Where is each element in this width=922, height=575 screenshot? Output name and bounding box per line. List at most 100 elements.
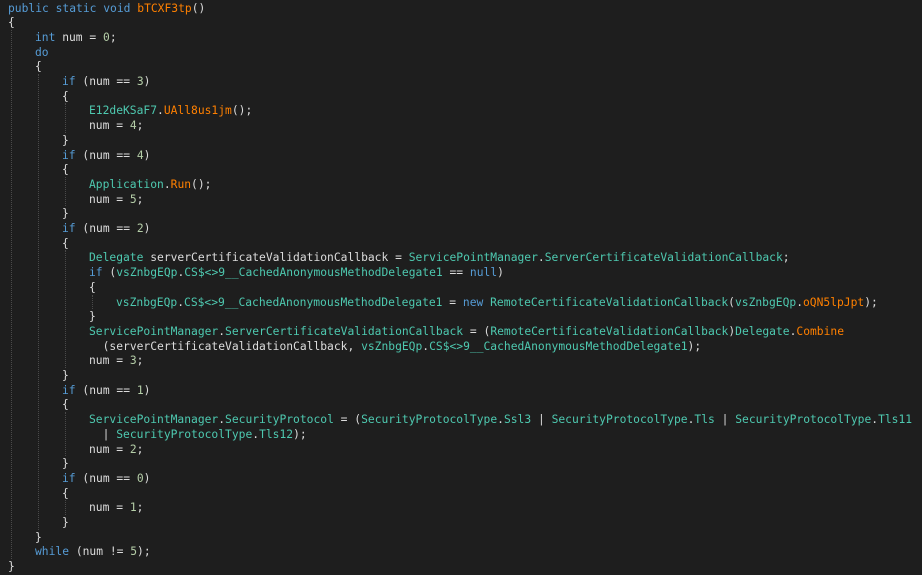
code-token: () [191, 1, 206, 15]
code-token: (num == [75, 471, 137, 485]
code-token: if [89, 266, 103, 280]
code-line: { [62, 236, 69, 251]
indent-guide [65, 103, 66, 133]
code-token: == [442, 266, 470, 280]
code-token: 3 [129, 354, 137, 368]
code-line: { [62, 162, 69, 177]
code-token: int [35, 30, 56, 44]
code-token: } [35, 530, 42, 544]
code-line: ServicePointManager.ServerCertificateVal… [89, 324, 844, 339]
code-token: oQN5lpJpt [803, 295, 865, 309]
code-token: ) [143, 148, 151, 162]
code-token: ) [497, 266, 504, 280]
code-token: . [177, 295, 185, 309]
code-token: (num == [75, 148, 137, 162]
code-token: (); [191, 177, 212, 191]
code-token: ) [143, 222, 151, 235]
code-token: ; [136, 119, 144, 133]
code-line: num = 5; [89, 192, 143, 207]
code-token: Delegate [735, 324, 790, 338]
code-token: if [62, 383, 76, 397]
code-token: serverCertificateValidationCallback = [143, 251, 409, 265]
code-token: public [8, 1, 49, 15]
code-token: num = [89, 192, 130, 206]
code-token: = [442, 295, 463, 309]
code-token: { [8, 16, 15, 30]
code-token: CS$<>9__CachedAnonymousMethodDelegate1 [184, 295, 443, 309]
code-token: if [62, 471, 76, 485]
code-token: Tls11 [878, 413, 913, 427]
code-token: num = [89, 501, 130, 515]
code-token: ServerCertificateValidationCallback [225, 324, 464, 338]
code-token: if [62, 75, 76, 88]
code-token: { [62, 89, 69, 103]
code-token: } [62, 516, 69, 529]
indent-guide [65, 250, 66, 368]
code-token: | [531, 413, 552, 427]
code-token: | [714, 413, 736, 427]
code-token: ; [109, 30, 117, 44]
code-token: } [62, 369, 69, 382]
code-editor[interactable]: public static void bTCXF3tp(){int num = … [0, 0, 922, 575]
code-token: { [62, 236, 69, 250]
code-token: } [62, 207, 69, 221]
code-token: ); [864, 295, 878, 309]
code-token: CS$<>9__CachedAnonymousMethodDelegate1 [184, 266, 443, 280]
code-line: do [35, 45, 49, 60]
indent-guide [92, 294, 93, 310]
code-token: 2 [129, 442, 137, 456]
code-token: bTCXF3tp [137, 1, 192, 15]
code-token: 3 [136, 75, 144, 88]
code-line: } [62, 456, 69, 471]
code-token: (num != [69, 545, 131, 559]
code-token: { [62, 163, 69, 177]
code-token: ServicePointManager [89, 413, 219, 427]
code-token: (); [231, 104, 253, 118]
code-token: 4 [129, 119, 137, 133]
code-token: ); [687, 339, 702, 353]
code-token: Delegate [89, 251, 144, 265]
code-line: if (num == 4) [62, 148, 150, 163]
code-line: (serverCertificateValidationCallback, vs… [89, 339, 702, 354]
code-token: ServicePointManager [408, 251, 538, 265]
code-token: SecurityProtocolType [116, 427, 253, 441]
code-token: ); [137, 545, 151, 559]
code-line: { [62, 397, 69, 412]
code-token: (serverCertificateValidationCallback, [102, 339, 362, 353]
code-line: if (num == 2) [62, 221, 150, 236]
code-token: . [497, 413, 504, 427]
code-line: E12deKSaF7.UAll8us1jm(); [89, 103, 252, 118]
code-line: Application.Run(); [89, 177, 211, 192]
code-token: Application [89, 177, 164, 191]
code-token: RemoteCertificateValidationCallback [490, 295, 729, 309]
code-line: } [62, 206, 69, 221]
code-token: ; [782, 251, 790, 265]
code-token: ServicePointManager [89, 324, 219, 338]
code-token: Tls12 [259, 427, 294, 441]
code-line: } [89, 309, 96, 324]
code-line: { [35, 59, 42, 74]
code-token: . [163, 177, 171, 191]
code-token: 0 [136, 471, 144, 485]
code-token: ; [136, 192, 144, 206]
code-token: = ( [463, 324, 491, 338]
code-token: . [157, 104, 164, 118]
code-token: ; [136, 354, 144, 368]
code-line: if (num == 0) [62, 471, 150, 486]
code-token: CS$<>9__CachedAnonymousMethodDelegate1 [429, 339, 688, 353]
code-token: 5 [129, 192, 137, 206]
code-token: ); [293, 427, 307, 441]
code-line: if (num == 3) [62, 74, 150, 89]
code-token: 2 [136, 222, 144, 235]
code-token: vsZnbgEQp [361, 339, 423, 353]
code-token: (num == [75, 383, 137, 397]
code-token: vsZnbgEQp [734, 295, 797, 309]
code-token: ; [136, 501, 144, 515]
code-token: { [89, 280, 96, 294]
code-token: vsZnbgEQp [116, 266, 178, 280]
code-token: Ssl3 [503, 413, 532, 427]
code-token: SecurityProtocol [225, 413, 334, 427]
code-token: Run [170, 177, 192, 191]
code-line: while (num != 5); [35, 544, 151, 559]
code-line: ServicePointManager. SecurityProtocol = (… [89, 412, 912, 427]
